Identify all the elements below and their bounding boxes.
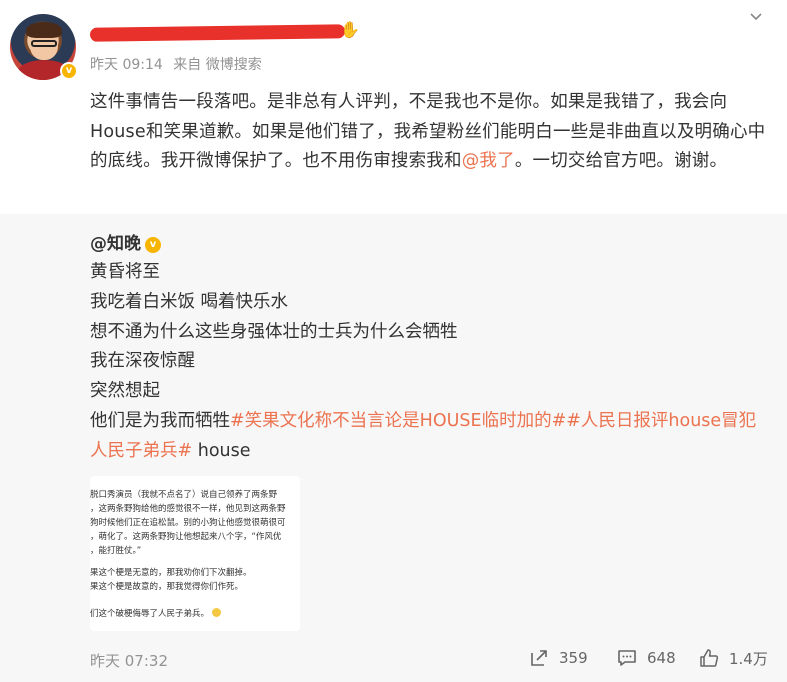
repost-count: 359 — [559, 649, 588, 667]
repost-author-name[interactable]: @知晚 — [90, 234, 141, 254]
image-text-line: 果这个梗是无意的，那我劝你们下次翻掉。 — [90, 568, 252, 578]
verified-badge-icon: v — [60, 62, 78, 80]
comment-icon — [618, 650, 636, 666]
repost-author[interactable]: @知晚 v — [90, 229, 161, 254]
post-text: 这件事情告一段落吧。是非总有人评判，不是我也不是你。如果是我错了，我会向Hous… — [90, 88, 770, 177]
repost-block: @知晚 v 黄昏将至 我吃着白米饭 喝着快乐水 想不通为什么这些身强体壮的士兵为什… — [0, 214, 787, 682]
verified-badge-icon: v — [145, 237, 161, 253]
post-text-part-3: 。一切交给官方吧。谢谢。 — [514, 151, 728, 171]
image-text-line: 果这个梗是故意的，那我觉得你们作死。 — [90, 582, 244, 592]
post-time[interactable]: 昨天 09:14 — [90, 57, 163, 73]
repost-line: 我在深夜惊醒 — [90, 351, 195, 372]
smiley-icon — [211, 608, 221, 617]
hand-emoji-icon: ✋ — [340, 20, 360, 39]
thumbs-up-icon — [700, 649, 719, 667]
repost-line-prefix: 他们是为我而牺牲 — [90, 410, 230, 431]
repost-time[interactable]: 昨天 07:32 — [90, 650, 168, 671]
image-text-line: 们这个破梗侮辱了人民子弟兵。 — [90, 609, 210, 619]
source-link[interactable]: 微博搜索 — [206, 57, 262, 73]
chevron-down-icon[interactable] — [749, 10, 763, 24]
repost-line: 想不通为什么这些身强体壮的士兵为什么会牺牲 — [90, 321, 458, 342]
image-text-line: 脱口秀演员（我就不点名了）说自己领养了两条野 — [90, 490, 278, 500]
comment-button[interactable]: 648 — [617, 646, 676, 670]
repost-line-with-hashtags: 他们是为我而牺牲#笑果文化称不当言论是HOUSE临时加的##人民日报评house… — [90, 407, 770, 467]
repost-line-suffix: house — [192, 440, 251, 461]
image-text-line: 狗时候他们正在追松鼠。别的小狗让他感觉很萌很可 — [90, 518, 286, 528]
comment-count: 648 — [647, 649, 676, 667]
repost-icon — [531, 650, 547, 666]
like-button[interactable]: 1.4万 — [699, 646, 768, 670]
repost-line: 黄昏将至 — [90, 262, 160, 282]
post-meta: 昨天 09:14 来自 微博搜索 — [90, 54, 262, 74]
image-text-line: ，能打胜仗。” — [90, 546, 142, 556]
repost-line: 突然想起 — [90, 381, 160, 402]
repost-button[interactable]: 359 — [529, 646, 588, 670]
image-text-line: ，萌化了。这两条野狗让他想起来八个字，“作风优 — [90, 532, 282, 542]
redacted-username: ✋ — [89, 20, 360, 44]
like-count: 1.4万 — [729, 649, 768, 668]
repost-text: 黄昏将至 我吃着白米饭 喝着快乐水 想不通为什么这些身强体壮的士兵为什么会牺牲 … — [90, 258, 770, 467]
image-text-line-last: 们这个破梗侮辱了人民子弟兵。 — [90, 608, 221, 619]
post-header: v ✋ 昨天 09:14 来自 微博搜索 — [0, 0, 787, 80]
mention-link[interactable]: @我了 — [462, 151, 515, 171]
repost-image[interactable]: 脱口秀演员（我就不点名了）说自己领养了两条野 ，这两条野狗给他的感觉很不一样，他… — [90, 476, 300, 631]
repost-line: 我吃着白米饭 喝着快乐水 — [90, 291, 289, 312]
image-text-line: ，这两条野狗给他的感觉很不一样，他见到这两条野 — [90, 504, 286, 514]
source-prefix: 来自 — [173, 57, 202, 73]
hashtag-link[interactable]: #笑果文化称不当言论是HOUSE临时加的# — [230, 411, 566, 431]
